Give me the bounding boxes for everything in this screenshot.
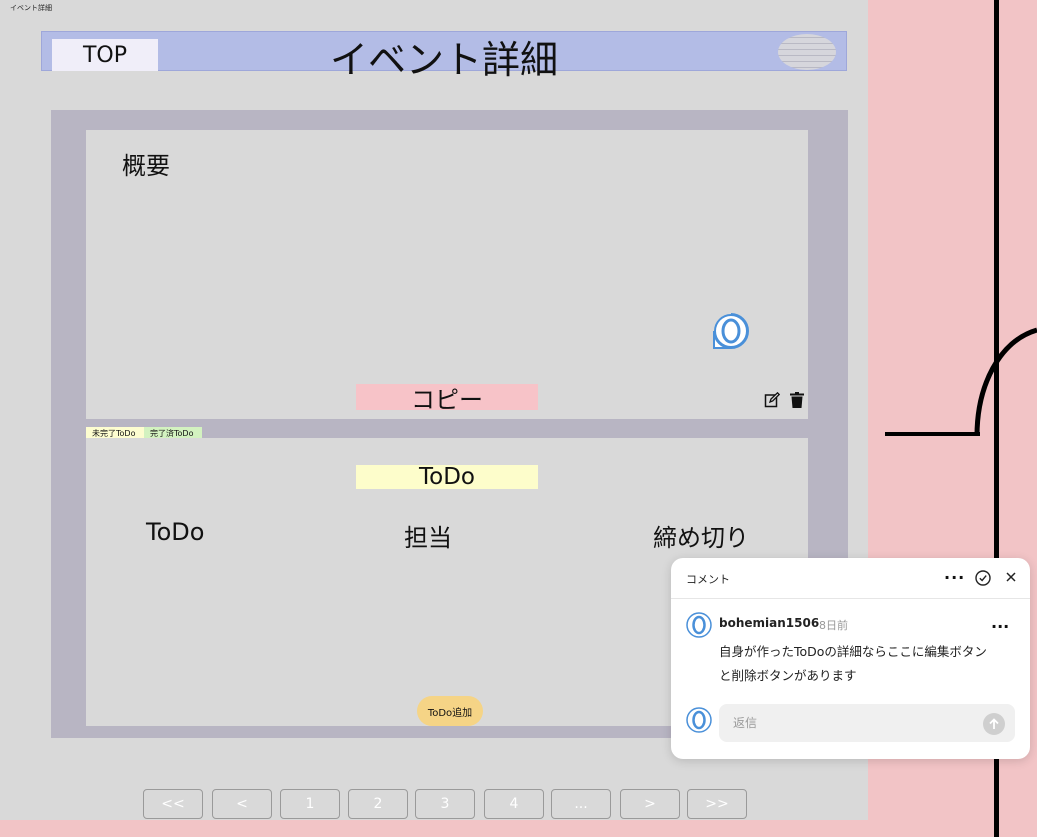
page-1-button[interactable]: 1 (280, 789, 340, 819)
page-prev-button[interactable]: < (212, 789, 272, 819)
column-header-todo: ToDo (146, 518, 205, 546)
reply-input[interactable] (719, 704, 1015, 742)
add-todo-button[interactable]: ToDo追加 (417, 696, 483, 726)
comment-more-icon[interactable]: ··· (991, 617, 1009, 636)
todo-label: ToDo (356, 464, 538, 490)
reply-avatar-icon (686, 707, 712, 733)
comment-timestamp: 8日前 (819, 619, 848, 632)
comment-panel: コメント ··· bohemian1506 8日前 ··· 自身が作ったToDo… (671, 558, 1030, 759)
overview-title: 概要 (122, 152, 170, 180)
check-circle-icon[interactable] (975, 570, 991, 586)
column-header-deadline: 締め切り (653, 524, 749, 552)
page-2-button[interactable]: 2 (348, 789, 408, 819)
more-options-icon[interactable]: ··· (944, 568, 965, 587)
header-bar: TOP イベント詳細 (41, 31, 847, 82)
overview-section: 概要 コピー (86, 130, 808, 419)
user-avatar-icon (686, 612, 712, 638)
close-icon[interactable] (1004, 570, 1018, 584)
header-avatar[interactable] (778, 34, 836, 70)
trash-icon[interactable] (790, 392, 804, 408)
page-4-button[interactable]: 4 (484, 789, 544, 819)
column-header-owner: 担当 (404, 524, 452, 552)
page-first-button[interactable]: << (143, 789, 203, 819)
comment-panel-title: コメント (686, 573, 730, 586)
connector-horizontal-line (885, 432, 980, 436)
page-last-button[interactable]: >> (687, 789, 747, 819)
edit-icon[interactable] (764, 392, 780, 408)
copy-button[interactable]: コピー (356, 384, 538, 414)
connector-arc (974, 327, 1037, 437)
comment-panel-divider (671, 598, 1030, 599)
frame-label: イベント詳細 (10, 4, 52, 12)
page-title: イベント詳細 (329, 38, 558, 82)
send-arrow-icon[interactable] (983, 713, 1005, 735)
page-ellipsis-button[interactable]: ... (551, 789, 611, 819)
comment-pin-icon[interactable] (712, 312, 750, 350)
tab-complete-todo[interactable]: 完了済ToDo (144, 427, 202, 438)
comment-author[interactable]: bohemian1506 (719, 616, 819, 630)
page-3-button[interactable]: 3 (415, 789, 475, 819)
comment-text: 自身が作ったToDoの詳細ならここに編集ボタンと削除ボタンがあります (719, 644, 987, 683)
page-next-button[interactable]: > (620, 789, 680, 819)
